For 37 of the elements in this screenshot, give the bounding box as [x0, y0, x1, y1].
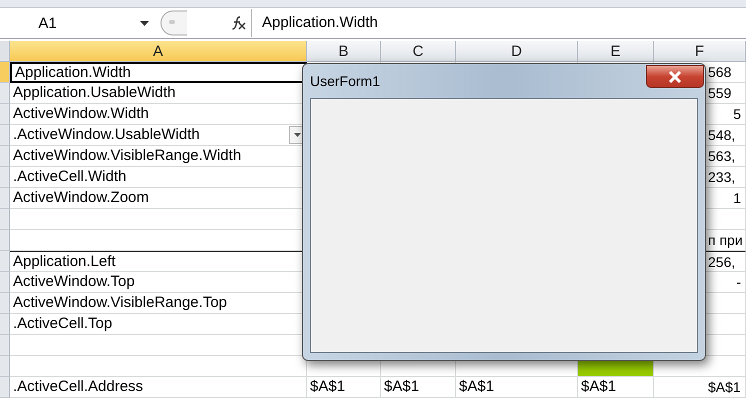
table-cell: $A$1: [578, 377, 654, 398]
column-header[interactable]: A: [10, 41, 307, 62]
column-header[interactable]: B: [307, 41, 381, 62]
row-header[interactable]: [0, 335, 10, 356]
table-cell: $A$1: [307, 377, 381, 398]
row-header[interactable]: [0, 83, 10, 104]
row-header[interactable]: [0, 251, 10, 272]
table-cell: $A$1: [456, 377, 578, 398]
expand-handle-icon[interactable]: [159, 10, 189, 36]
row-header[interactable]: [0, 356, 10, 377]
name-box[interactable]: A1: [0, 9, 155, 37]
function-icon[interactable]: [231, 15, 247, 31]
row-header[interactable]: [0, 293, 10, 314]
row-header[interactable]: [0, 272, 10, 293]
row-header[interactable]: [0, 188, 10, 209]
window-title: UserForm1: [310, 73, 380, 89]
row-header[interactable]: [0, 230, 10, 251]
row-header[interactable]: [0, 146, 10, 167]
row-header[interactable]: [0, 104, 10, 125]
row-header[interactable]: [0, 314, 10, 335]
row-header[interactable]: [0, 377, 10, 398]
select-all-corner[interactable]: [0, 41, 10, 62]
caret-icon: [140, 21, 149, 26]
row-header[interactable]: [0, 209, 10, 230]
formula-field[interactable]: Application.Width: [251, 9, 746, 37]
row-header[interactable]: [0, 167, 10, 188]
column-header[interactable]: F: [654, 41, 746, 62]
column-header[interactable]: E: [578, 41, 654, 62]
row-header[interactable]: [0, 125, 10, 146]
table-cell: .ActiveCell.Address: [10, 377, 307, 398]
table-cell: $A$1: [381, 377, 456, 398]
close-icon: [668, 70, 682, 82]
column-header[interactable]: D: [456, 41, 578, 62]
close-button[interactable]: [646, 65, 704, 88]
row-header[interactable]: [0, 62, 10, 83]
table-cell: $A$1: [654, 377, 746, 398]
column-header[interactable]: C: [381, 41, 456, 62]
